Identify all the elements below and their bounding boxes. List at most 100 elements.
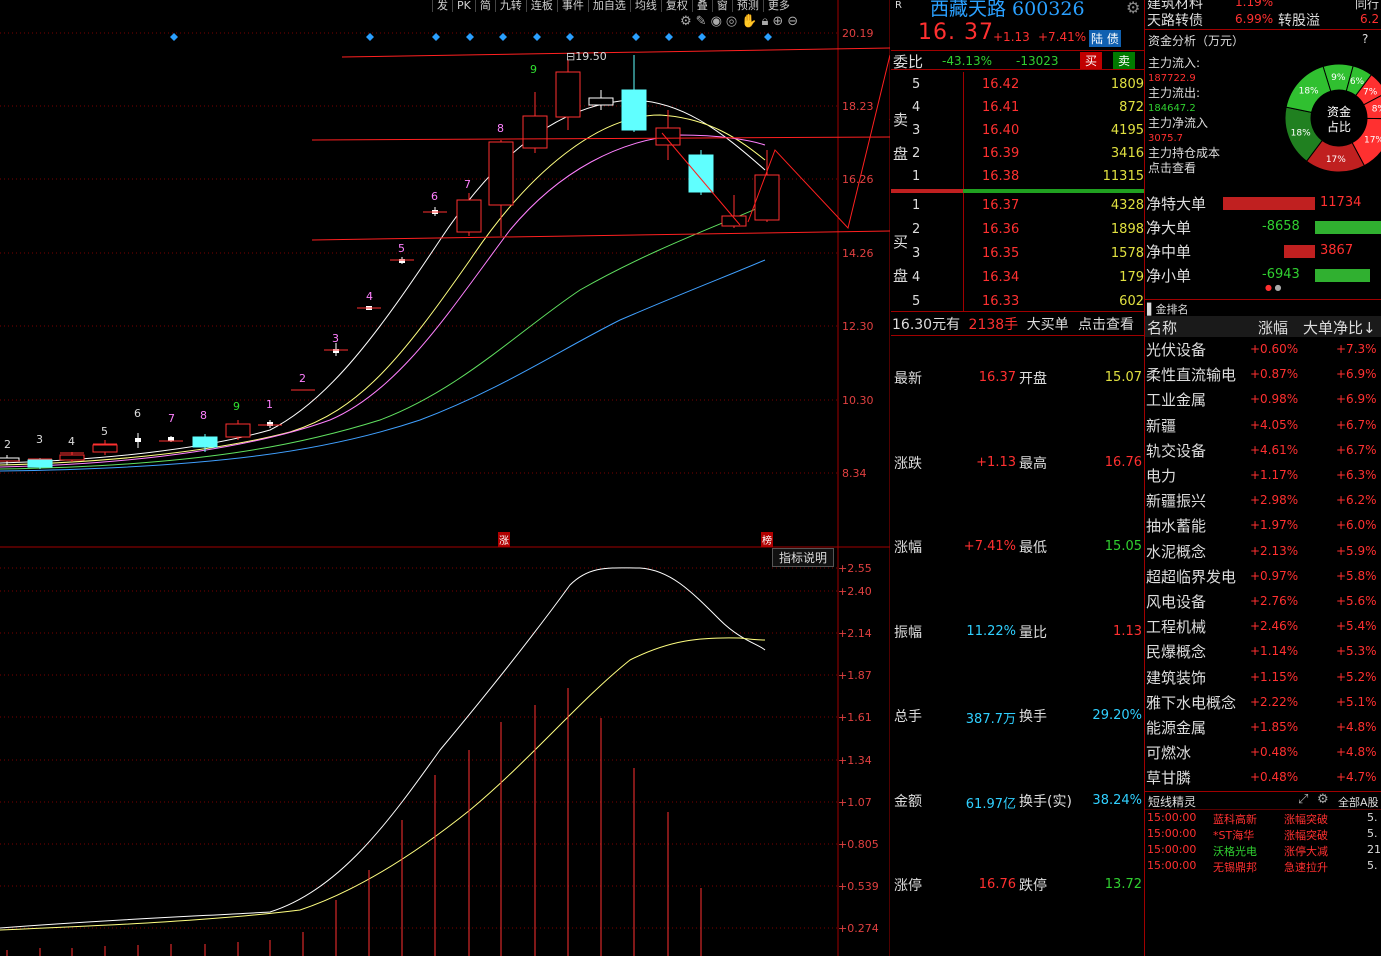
y-tick-label: +2.14: [838, 627, 872, 640]
big-order-row: 16.30元有 2138手 大买单: [892, 314, 1069, 334]
page-dots[interactable]: ● ●: [1265, 283, 1282, 292]
zhang-marker[interactable]: 涨: [498, 532, 510, 547]
sector-row[interactable]: 工业金属 +0.98% +6.9%: [1146, 389, 1381, 414]
sector-name: 柔性直流输电: [1146, 366, 1237, 385]
sector-row[interactable]: 抽水蓄能 +1.97% +6.0%: [1146, 515, 1381, 540]
orderbook-row[interactable]: 4 16.34 179: [896, 270, 1144, 293]
bond-name[interactable]: 天路转债: [1147, 10, 1203, 30]
kline-chart[interactable]: [0, 0, 890, 956]
event-value: 5.: [1367, 859, 1378, 872]
sector-change: +1.97%: [1250, 518, 1299, 533]
sector-row[interactable]: 建筑装饰 +1.15% +5.2%: [1146, 667, 1381, 692]
td-count-label: 1: [266, 398, 273, 411]
event-stock[interactable]: 蓝科高新: [1213, 811, 1257, 827]
duanxian-row[interactable]: 15:00:00 沃格光电 涨停大减 21: [1147, 843, 1381, 858]
indicator-lines: [0, 567, 766, 956]
order-price: 16.36: [982, 222, 1020, 237]
sector-row[interactable]: 工程机械 +2.46% +5.4%: [1146, 616, 1381, 641]
bond-pct: 6.99%: [1235, 12, 1274, 26]
sector-change: +0.87%: [1250, 367, 1299, 382]
sector-name: 建筑装饰: [1146, 668, 1207, 687]
sector-row[interactable]: 柔性直流输电 +0.87% +6.9%: [1146, 364, 1381, 389]
td-count-label: 4: [68, 435, 75, 448]
sector-header-dd[interactable]: 大单净比↓: [1303, 317, 1376, 338]
event-type: 涨幅突破: [1284, 829, 1328, 842]
order-volume: 4328: [1110, 198, 1144, 213]
orderbook-row[interactable]: 2 16.36 1898: [896, 222, 1144, 245]
industry-peer[interactable]: 同行: [1355, 0, 1379, 12]
stock-tag[interactable]: 陆 债: [1089, 30, 1121, 47]
funds-title: 资金分析（万元）: [1148, 34, 1245, 48]
sector-row[interactable]: 电力 +1.17% +6.3%: [1146, 465, 1381, 490]
y-tick-label: +0.805: [838, 838, 879, 851]
flow-label: 净小单: [1146, 267, 1192, 285]
expand-icon[interactable]: ⤢: [1298, 792, 1308, 807]
sector-bignet: +6.3%: [1336, 468, 1377, 482]
bang-marker[interactable]: 榜: [761, 532, 773, 547]
candlestick: [721, 195, 747, 228]
indicator-line: [0, 637, 766, 931]
orderbook-row[interactable]: 5 16.42 1809: [896, 77, 1144, 100]
candlestick: [655, 110, 681, 160]
sector-row[interactable]: 草甘膦 +0.48% +4.7%: [1146, 767, 1381, 792]
sector-bignet: +4.7%: [1336, 770, 1377, 785]
sector-row[interactable]: 水泥概念 +2.13% +5.9%: [1146, 541, 1381, 566]
cost-link[interactable]: 点击查看: [1148, 161, 1220, 176]
sector-row[interactable]: 新疆 +4.05% +6.7%: [1146, 415, 1381, 440]
sector-row[interactable]: 民爆概念 +1.14% +5.3%: [1146, 641, 1381, 666]
y-tick-label: 14.26: [842, 247, 874, 260]
sector-name: 轨交设备: [1146, 441, 1207, 460]
orderbook-row[interactable]: 3 16.35 1578: [896, 246, 1144, 269]
sector-row[interactable]: 风电设备 +2.76% +5.6%: [1146, 591, 1381, 616]
sector-row[interactable]: 超超临界发电 +0.97% +5.8%: [1146, 566, 1381, 591]
y-tick-label: +2.40: [838, 585, 872, 598]
sector-bignet: +6.0%: [1336, 518, 1377, 533]
td-count-label: 6: [134, 407, 141, 420]
event-stock[interactable]: 无锡鼎邦: [1213, 859, 1257, 875]
td-count-label: 3: [332, 332, 339, 345]
flow-value: 3867: [1320, 243, 1354, 258]
industry-pct: 1.19%: [1235, 0, 1274, 9]
stat-value: 15.05: [1104, 539, 1142, 554]
stat-label: 换手: [1019, 709, 1047, 725]
sector-header-zf[interactable]: 涨幅: [1258, 317, 1288, 338]
big-order-link[interactable]: 点击查看: [1078, 314, 1134, 334]
stat-label: 最高: [1019, 455, 1047, 472]
sector-header-name[interactable]: 名称: [1147, 317, 1177, 338]
sector-bignet: +7.3%: [1336, 342, 1377, 356]
orderbook-row[interactable]: 2 16.39 3416: [896, 146, 1144, 169]
orderbook-row[interactable]: 3 16.40 4195: [896, 123, 1144, 146]
sector-change: +2.22%: [1250, 694, 1299, 709]
candlestick: [92, 440, 118, 455]
level: 2: [912, 222, 921, 237]
sector-row[interactable]: 雅下水电概念 +2.22% +5.1%: [1146, 692, 1381, 717]
orderbook-row[interactable]: 1 16.37 4328: [896, 198, 1144, 221]
buy-button[interactable]: 买: [1080, 52, 1103, 69]
duanxian-filter[interactable]: 全部A股: [1338, 794, 1379, 810]
order-volume: 3416: [1110, 146, 1144, 161]
y-tick-label: +2.55: [838, 562, 872, 575]
gear-icon[interactable]: ⚙: [1317, 792, 1329, 807]
sector-row[interactable]: 可燃冰 +0.48% +4.8%: [1146, 742, 1381, 767]
sell-button[interactable]: 卖: [1113, 52, 1136, 69]
settings-icon[interactable]: ⚙: [1126, 0, 1140, 17]
duanxian-row[interactable]: 15:00:00 *ST海华 涨幅突破 5.: [1147, 827, 1381, 842]
signal-diamond: [632, 33, 640, 41]
duanxian-row[interactable]: 15:00:00 无锡鼎邦 急速拉升 5.: [1147, 859, 1381, 874]
sector-change: +4.05%: [1250, 417, 1299, 432]
indicator-help-button[interactable]: 指标说明: [772, 548, 835, 567]
sector-change: +0.98%: [1250, 392, 1299, 407]
sector-row[interactable]: 新疆振兴 +2.98% +6.2%: [1146, 490, 1381, 515]
event-stock[interactable]: *ST海华: [1213, 827, 1254, 843]
level: 1: [912, 169, 921, 184]
sector-name: 风电设备: [1146, 593, 1207, 611]
help-icon[interactable]: ?: [1362, 32, 1368, 46]
sector-name: 工程机械: [1146, 618, 1207, 637]
event-stock[interactable]: 沃格光电: [1213, 843, 1257, 859]
sector-row[interactable]: 轨交设备 +4.61% +6.7%: [1146, 440, 1381, 465]
duanxian-row[interactable]: 15:00:00 蓝科高新 涨幅突破 5.: [1147, 811, 1381, 826]
sector-row[interactable]: 能源金属 +1.85% +4.8%: [1146, 717, 1381, 742]
orderbook-row[interactable]: 4 16.41 872: [896, 100, 1144, 123]
y-tick-label: +0.274: [838, 922, 879, 935]
sector-row[interactable]: 光伏设备 +0.60% +7.3%: [1146, 339, 1381, 364]
